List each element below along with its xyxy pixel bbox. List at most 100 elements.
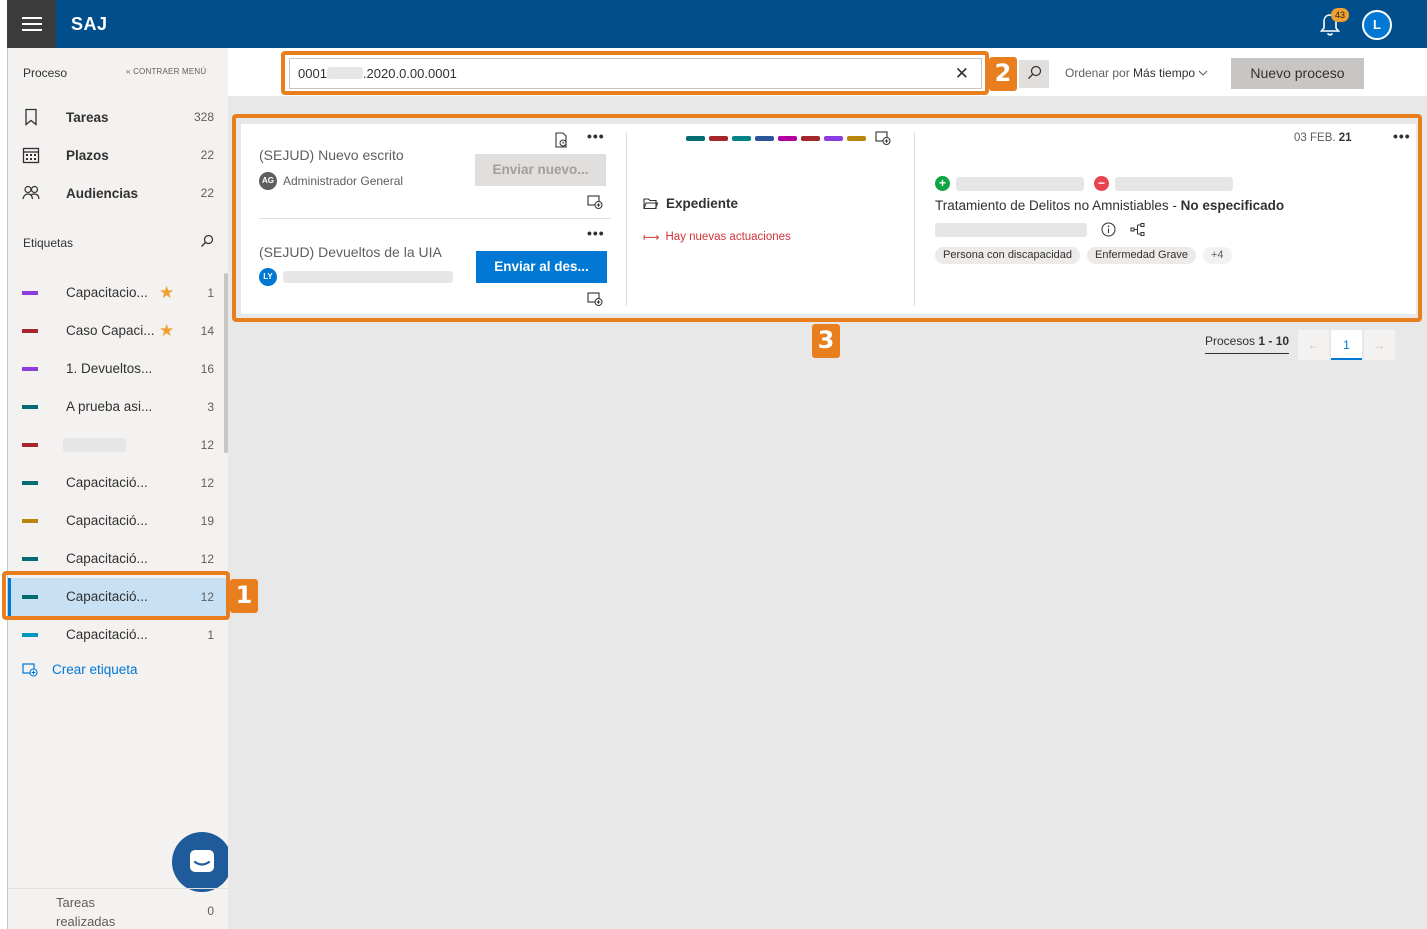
info-icon[interactable] [1101,222,1116,237]
hierarchy-icon[interactable] [1130,222,1146,237]
sidebar-tag-item[interactable]: Capacitació... 12 [8,540,228,578]
tag-swatch[interactable] [847,136,866,141]
sidebar-item-count: 22 [200,148,214,162]
tag-swatch[interactable] [686,136,705,141]
send-to-button[interactable]: Enviar al des... [476,251,607,283]
redacted-party [1115,176,1233,191]
chat-icon [190,850,214,872]
tag-label: Capacitacio... [66,285,148,300]
completed-tasks-label: Tareas realizadas [56,895,116,929]
tag-swatch[interactable] [801,136,820,141]
collapse-menu-button[interactable]: « CONTRAER MENÚ [126,67,206,76]
task-title[interactable]: (SEJUD) Nuevo escrito [259,147,404,163]
create-tag-link[interactable]: Crear etiqueta [22,662,138,677]
tag-count: 14 [200,324,214,338]
create-tag-label: Crear etiqueta [52,662,138,677]
sidebar-tag-item[interactable]: A prueba asi... 3 [8,388,228,426]
tag-count: 12 [200,476,214,490]
sidebar-item-tareas[interactable]: Tareas 328 [8,98,228,136]
new-actions-link[interactable]: ⟼ Hay nuevas actuaciones [643,230,791,244]
expediente-link[interactable]: Expediente [643,196,738,211]
tag-color-strip[interactable] [686,136,866,141]
info-row [935,222,1146,237]
search-tags-icon[interactable] [200,234,214,248]
task-assignee: AG Administrador General [259,172,403,190]
tag-swatch[interactable] [778,136,797,141]
tags-header: Etiquetas [23,236,74,250]
tag-swatch[interactable] [824,136,843,141]
add-tag-icon [22,662,38,677]
assignee-avatar: LY [259,268,277,286]
clear-icon[interactable]: ✕ [955,64,969,84]
new-process-button[interactable]: Nuevo proceso [1231,58,1364,89]
sidebar-tag-item[interactable]: Capacitació... 12 [8,578,228,616]
sidebar-item-audiencias[interactable]: Audiencias 22 [8,174,228,212]
crime-description: Tratamiento de Delitos no Amnistiables -… [935,198,1285,213]
more-chips-button[interactable]: +4 [1202,247,1232,264]
calendar-icon [22,147,40,164]
tag-color-bar [22,481,38,485]
tag-label: Caso Capaci... [66,323,155,338]
search-input[interactable]: 0001.2020.0.00.0001 ✕ [289,58,982,89]
sort-label: Ordenar por [1065,66,1130,80]
tag-color-bar [22,443,38,447]
add-tag-icon[interactable] [875,130,891,146]
tag-color-bar [22,557,38,561]
parties-row: + − [935,176,1233,191]
sort-value: Más tiempo [1133,66,1196,80]
redacted-field [935,222,1087,237]
sidebar-item-count: 328 [193,110,214,124]
page-button-1[interactable]: 1 [1331,330,1362,360]
task-title[interactable]: (SEJUD) Devueltos de la UIA [259,244,442,260]
task-more-icon[interactable]: ••• [587,225,605,241]
sidebar-tag-item[interactable]: 12 [8,426,228,464]
document-clock-icon[interactable] [553,132,569,148]
prev-page-button[interactable]: ← [1298,330,1329,360]
chat-button[interactable] [172,832,232,892]
app-title: SAJ [71,14,108,34]
task-separator [259,218,611,219]
sidebar-tag-item[interactable]: Capacitació... 12 [8,464,228,502]
sidebar-tag-item[interactable]: Capacitacio... ★ 1 [8,274,228,312]
sidebar-tag-item[interactable]: Caso Capaci... ★ 14 [8,312,228,350]
completed-tasks-count: 0 [207,904,214,918]
sidebar-item-label: Plazos [66,147,109,163]
sidebar-item-count: 22 [200,186,214,200]
sidebar-tag-item[interactable]: Capacitació... 1 [8,616,228,654]
tag-swatch[interactable] [732,136,751,141]
add-tag-icon[interactable] [587,291,603,307]
star-icon[interactable]: ★ [159,321,174,341]
user-avatar[interactable]: L [1362,10,1392,40]
tag-color-bar [22,367,38,371]
tag-color-bar [22,519,38,523]
sidebar-tag-item[interactable]: 1. Devueltos... 16 [8,350,228,388]
tag-count: 12 [200,590,214,604]
tag-swatch[interactable] [709,136,728,141]
tag-count: 1 [207,628,214,642]
process-more-icon[interactable]: ••• [1393,128,1411,144]
arrow-right-icon: ⟼ [643,232,660,244]
next-page-button[interactable]: → [1364,330,1395,360]
tag-label: Capacitació... [66,475,148,490]
send-new-button[interactable]: Enviar nuevo... [475,154,606,186]
star-icon[interactable]: ★ [159,283,174,303]
search-button[interactable] [1019,60,1049,88]
callout-number-3: 3 [812,324,840,358]
chevron-down-icon [1199,70,1208,76]
sidebar-item-plazos[interactable]: Plazos 22 [8,136,228,174]
sidebar-footer[interactable]: Tareas realizadas 0 [8,888,228,929]
menu-icon[interactable] [7,0,56,48]
tag-swatch[interactable] [755,136,774,141]
redacted-tag-label [63,438,126,452]
sidebar: Proceso « CONTRAER MENÚ Tareas 328 Plazo… [8,48,232,929]
add-tag-icon[interactable] [587,194,603,210]
people-icon [22,185,40,200]
sidebar-tag-item[interactable]: Capacitació... 19 [8,502,228,540]
sort-dropdown[interactable]: Ordenar por Más tiempo [1065,66,1208,80]
task-more-icon[interactable]: ••• [587,128,605,144]
tag-count: 16 [200,362,214,376]
sidebar-header: Proceso [23,66,68,80]
callout-number-2: 2 [989,57,1017,91]
expediente-label: Expediente [666,196,739,211]
process-card[interactable]: ••• (SEJUD) Nuevo escrito AG Administrad… [241,124,1416,314]
